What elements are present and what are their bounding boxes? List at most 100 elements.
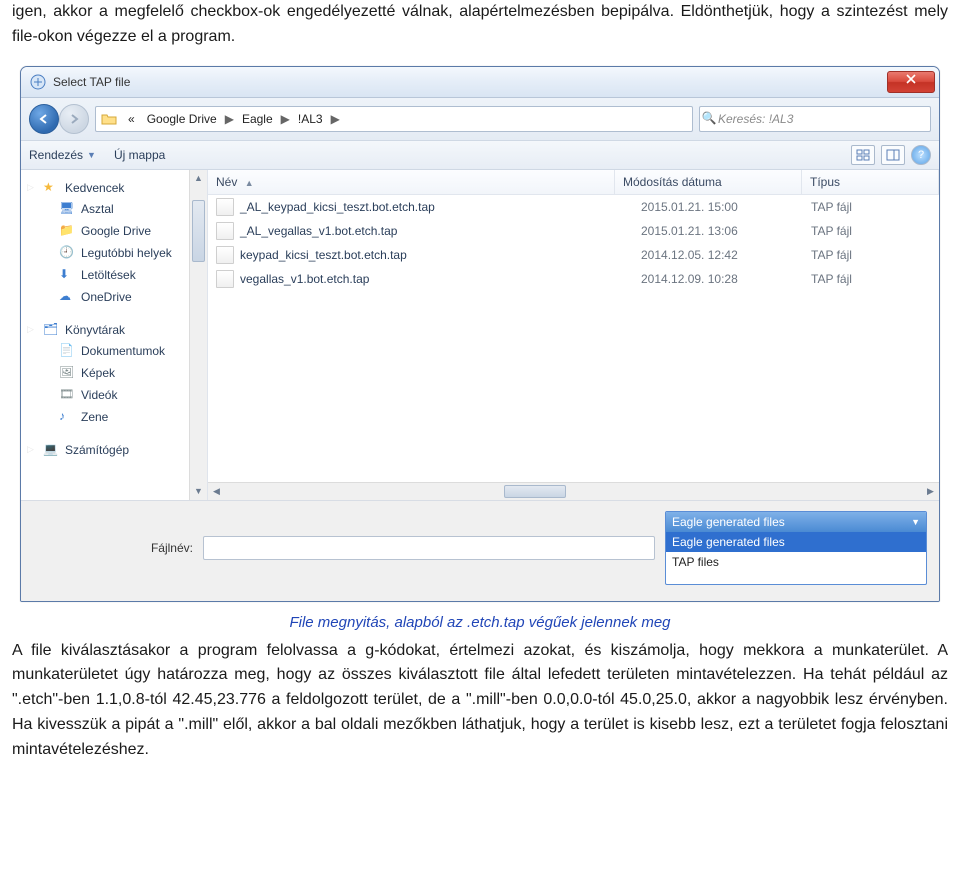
sidebar-label: Kedvencek bbox=[65, 181, 124, 195]
help-button[interactable]: ? bbox=[911, 145, 931, 165]
sidebar-group-libraries[interactable]: ▷ 🗂 Könyvtárak bbox=[21, 318, 207, 340]
sidebar-group-favorites[interactable]: ▷ ★ Kedvencek bbox=[21, 176, 207, 198]
caret-icon: ▷ bbox=[27, 182, 37, 193]
filetype-selected[interactable]: Eagle generated files ▼ bbox=[666, 512, 926, 532]
filename-label: Fájlnév: bbox=[33, 541, 193, 555]
scroll-down-arrow-icon[interactable]: ▼ bbox=[190, 483, 207, 500]
sidebar-item-label: Zene bbox=[81, 410, 108, 424]
nav-back-button[interactable] bbox=[29, 104, 59, 134]
doc-paragraph-top: igen, akkor a megfelelő checkbox-ok enge… bbox=[0, 0, 960, 60]
sidebar-item-recent[interactable]: 🕘 Legutóbbi helyek bbox=[21, 242, 207, 264]
sidebar-item-label: OneDrive bbox=[81, 290, 132, 304]
dialog-footer: Fájlnév: Eagle generated files ▼ Eagle g… bbox=[21, 500, 939, 601]
folder-icon: 📁 bbox=[59, 223, 75, 239]
star-icon: ★ bbox=[43, 180, 59, 196]
library-icon: 🗂 bbox=[43, 322, 59, 338]
filetype-option[interactable]: TAP files bbox=[666, 552, 926, 572]
file-type: TAP fájl bbox=[811, 248, 931, 262]
nav-row: « Google Drive ▶ Eagle ▶ !AL3 ▶ 🔍 Keresé… bbox=[21, 98, 939, 141]
sidebar-item-downloads[interactable]: ⬇ Letöltések bbox=[21, 264, 207, 286]
figure-caption: File megnyitás, alapból az .etch.tap vég… bbox=[0, 602, 960, 639]
sidebar-item-pictures[interactable]: 🖼 Képek bbox=[21, 362, 207, 384]
file-row[interactable]: vegallas_v1.bot.etch.tap 2014.12.09. 10:… bbox=[208, 267, 939, 291]
breadcrumb-seg-1[interactable]: Google Drive bbox=[141, 112, 223, 126]
scroll-track[interactable] bbox=[225, 483, 922, 500]
sidebar-label: Könyvtárak bbox=[65, 323, 125, 337]
sidebar-group-computer[interactable]: ▷ 💻 Számítógép bbox=[21, 438, 207, 460]
titlebar: Select TAP file bbox=[21, 67, 939, 98]
window-title: Select TAP file bbox=[53, 75, 887, 89]
music-icon: ♪ bbox=[59, 409, 75, 425]
nav-buttons bbox=[29, 104, 89, 134]
sidebar-item-onedrive[interactable]: ☁ OneDrive bbox=[21, 286, 207, 308]
filename-input[interactable] bbox=[203, 536, 655, 560]
file-date: 2014.12.09. 10:28 bbox=[641, 272, 811, 286]
horizontal-scrollbar[interactable]: ◀ ▶ bbox=[208, 482, 939, 500]
column-header-type[interactable]: Típus bbox=[802, 170, 939, 194]
scroll-up-arrow-icon[interactable]: ▲ bbox=[190, 170, 207, 187]
sidebar-item-label: Dokumentumok bbox=[81, 344, 165, 358]
scroll-right-arrow-icon[interactable]: ▶ bbox=[922, 486, 939, 497]
file-icon bbox=[216, 270, 234, 288]
caret-icon: ▷ bbox=[27, 324, 37, 335]
breadcrumb-seg-2[interactable]: Eagle bbox=[236, 112, 279, 126]
scroll-thumb[interactable] bbox=[504, 485, 566, 498]
recent-icon: 🕘 bbox=[59, 245, 75, 261]
view-mode-button[interactable] bbox=[851, 145, 875, 165]
organize-label: Rendezés bbox=[29, 148, 83, 162]
file-name: _AL_vegallas_v1.bot.etch.tap bbox=[240, 224, 641, 238]
sidebar-item-gdrive[interactable]: 📁 Google Drive bbox=[21, 220, 207, 242]
computer-icon: 💻 bbox=[43, 442, 59, 458]
file-icon bbox=[216, 246, 234, 264]
filetype-selected-label: Eagle generated files bbox=[672, 515, 785, 529]
app-icon bbox=[29, 73, 47, 91]
file-name: vegallas_v1.bot.etch.tap bbox=[240, 272, 641, 286]
sidebar-item-label: Videók bbox=[81, 388, 117, 402]
column-header-name[interactable]: Név ▲ bbox=[208, 170, 615, 194]
filetype-option[interactable]: Eagle generated files bbox=[666, 532, 926, 552]
nav-forward-button[interactable] bbox=[59, 104, 89, 134]
scroll-left-arrow-icon[interactable]: ◀ bbox=[208, 486, 225, 497]
sidebar-item-documents[interactable]: 📄 Dokumentumok bbox=[21, 340, 207, 362]
file-list-header: Név ▲ Módosítás dátuma Típus bbox=[208, 170, 939, 195]
new-folder-button[interactable]: Új mappa bbox=[114, 148, 165, 162]
sidebar-item-music[interactable]: ♪ Zene bbox=[21, 406, 207, 428]
sidebar-label: Számítógép bbox=[65, 443, 129, 457]
file-date: 2015.01.21. 13:06 bbox=[641, 224, 811, 238]
chevron-down-icon: ▼ bbox=[911, 517, 920, 527]
breadcrumb-prefix[interactable]: « bbox=[122, 112, 141, 126]
scroll-thumb[interactable] bbox=[192, 200, 205, 262]
filetype-combo[interactable]: Eagle generated files ▼ Eagle generated … bbox=[665, 511, 927, 585]
breadcrumb-seg-3[interactable]: !AL3 bbox=[292, 112, 329, 126]
file-row[interactable]: _AL_vegallas_v1.bot.etch.tap 2015.01.21.… bbox=[208, 219, 939, 243]
file-name: keypad_kicsi_teszt.bot.etch.tap bbox=[240, 248, 641, 262]
sidebar-item-videos[interactable]: 🎞 Videók bbox=[21, 384, 207, 406]
sidebar-item-label: Letöltések bbox=[81, 268, 136, 282]
close-button[interactable] bbox=[887, 71, 935, 93]
file-row[interactable]: _AL_keypad_kicsi_teszt.bot.etch.tap 2015… bbox=[208, 195, 939, 219]
file-type: TAP fájl bbox=[811, 272, 931, 286]
breadcrumb[interactable]: « Google Drive ▶ Eagle ▶ !AL3 ▶ bbox=[95, 106, 693, 132]
file-list-pane: Név ▲ Módosítás dátuma Típus _AL_keypad_… bbox=[208, 170, 939, 500]
chevron-right-icon: ▶ bbox=[223, 112, 236, 126]
organize-menu[interactable]: Rendezés ▼ bbox=[29, 148, 96, 162]
desktop-icon: 🖥 bbox=[59, 201, 75, 217]
file-row[interactable]: keypad_kicsi_teszt.bot.etch.tap 2014.12.… bbox=[208, 243, 939, 267]
documents-icon: 📄 bbox=[59, 343, 75, 359]
search-input[interactable]: 🔍 Keresés: !AL3 bbox=[699, 106, 931, 132]
file-date: 2014.12.05. 12:42 bbox=[641, 248, 811, 262]
sidebar-item-label: Google Drive bbox=[81, 224, 151, 238]
search-icon: 🔍 bbox=[700, 111, 718, 127]
sidebar-item-desktop[interactable]: 🖥 Asztal bbox=[21, 198, 207, 220]
column-label: Név bbox=[216, 175, 237, 189]
preview-pane-button[interactable] bbox=[881, 145, 905, 165]
file-name: _AL_keypad_kicsi_teszt.bot.etch.tap bbox=[240, 200, 641, 214]
column-header-date[interactable]: Módosítás dátuma bbox=[615, 170, 802, 194]
file-date: 2015.01.21. 15:00 bbox=[641, 200, 811, 214]
chevron-right-icon: ▶ bbox=[329, 112, 342, 126]
sidebar: ▷ ★ Kedvencek 🖥 Asztal 📁 Google Drive 🕘 … bbox=[21, 170, 208, 500]
cloud-icon: ☁ bbox=[59, 289, 75, 305]
file-icon bbox=[216, 198, 234, 216]
caret-icon: ▷ bbox=[27, 444, 37, 455]
sidebar-scrollbar[interactable]: ▲ ▼ bbox=[189, 170, 207, 500]
